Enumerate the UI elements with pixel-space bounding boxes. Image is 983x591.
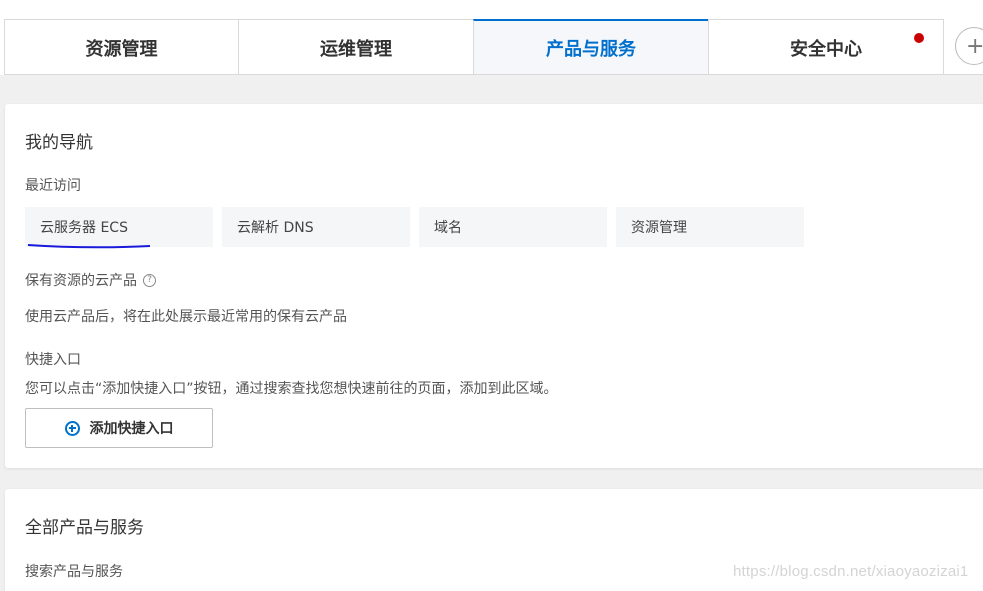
top-tab-bar: 资源管理 运维管理 产品与服务 安全中心 + [0, 0, 983, 75]
owned-products-label: 保有资源的云产品? [25, 270, 156, 290]
tab-label: 资源管理 [85, 38, 158, 60]
tab-label: 产品与服务 [546, 39, 636, 60]
plus-icon: + [966, 33, 983, 59]
notification-dot-icon [914, 33, 924, 43]
add-tab-button[interactable]: + [955, 27, 983, 65]
tab-ops-management[interactable]: 运维管理 [238, 19, 474, 75]
recent-item-label: 域名 [434, 220, 462, 236]
recent-item-domain[interactable]: 域名 [419, 207, 607, 247]
card-title: 全部产品与服务 [25, 518, 144, 538]
tab-products-services[interactable]: 产品与服务 [473, 19, 709, 75]
recent-visits-label: 最近访问 [25, 178, 81, 194]
recent-item-dns[interactable]: 云解析 DNS [222, 207, 410, 247]
shortcut-description: 您可以点击“添加快捷入口”按钮，通过搜索查找您想快速前往的页面，添加到此区域。 [25, 381, 558, 397]
shortcut-label: 快捷入口 [25, 352, 81, 368]
help-icon[interactable]: ? [143, 273, 156, 287]
tab-label: 安全中心 [790, 38, 862, 60]
owned-products-text: 保有资源的云产品 [25, 273, 137, 289]
recent-item-label: 云服务器 ECS [40, 220, 128, 236]
watermark: https://blog.csdn.net/xiaoyaozizai1 [733, 563, 969, 580]
recent-item-resource[interactable]: 资源管理 [616, 207, 804, 247]
add-shortcut-label: 添加快捷入口 [89, 421, 174, 437]
card-title: 我的导航 [25, 133, 93, 153]
owned-products-description: 使用云产品后，将在此处展示最近常用的保有云产品 [25, 309, 347, 325]
recent-item-ecs[interactable]: 云服务器 ECS [25, 207, 213, 249]
pen-underline-annotation [27, 244, 151, 249]
add-shortcut-button[interactable]: 添加快捷入口 [25, 408, 213, 448]
my-navigation-card: 我的导航 最近访问 云服务器 ECS 云解析 DNS 域名 资源管理 保有资源的… [5, 104, 983, 468]
tab-label: 运维管理 [320, 38, 392, 60]
tab-security-center[interactable]: 安全中心 [708, 19, 944, 75]
recent-item-label: 资源管理 [631, 220, 687, 236]
search-products-label: 搜索产品与服务 [25, 564, 123, 580]
plus-circle-icon [64, 420, 80, 436]
recent-item-label: 云解析 DNS [237, 220, 314, 236]
tab-divider [4, 74, 983, 75]
tab-resource-management[interactable]: 资源管理 [4, 19, 239, 75]
